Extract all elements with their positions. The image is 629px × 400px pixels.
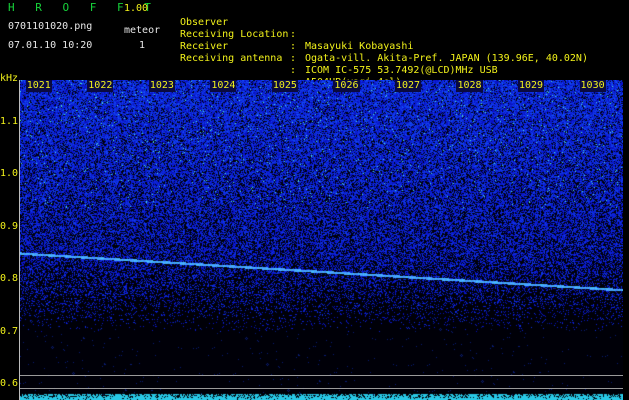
y-tick-label: 0.6 xyxy=(0,378,19,390)
x-tick-label: 1028 xyxy=(456,80,483,92)
reference-line xyxy=(20,375,623,376)
y-tick-label: 0.7 xyxy=(0,325,19,337)
antenna-key: Receiving antenna xyxy=(180,53,283,64)
y-tick-label: 0.9 xyxy=(0,220,19,232)
x-tick-label: 1022 xyxy=(87,80,114,92)
separator-colon: : xyxy=(290,65,297,76)
y-tick-label: 1.0 xyxy=(0,168,19,180)
x-tick-label: 1027 xyxy=(394,80,422,92)
mode-label: meteor xyxy=(124,25,161,36)
app-version: 1.00 xyxy=(124,3,149,14)
separator-colon: : xyxy=(290,41,297,52)
separator-colon: : xyxy=(290,53,297,64)
x-tick-label: 1026 xyxy=(333,80,360,92)
x-tick-label: 1030 xyxy=(579,80,606,92)
file-name: 0701101020.png xyxy=(8,21,93,32)
y-tick-label: 0.8 xyxy=(0,273,19,285)
separator-colon: : xyxy=(290,29,297,40)
x-tick-label: 1025 xyxy=(271,80,298,92)
spectrogram-canvas xyxy=(20,80,623,400)
x-tick-label: 1029 xyxy=(518,80,545,92)
meteor-count: 1 xyxy=(139,40,146,51)
y-tick-label: 1.1 xyxy=(0,115,19,127)
location-value: Ogata-vill. Akita-Pref. JAPAN (139.96E, … xyxy=(305,53,588,64)
hroft-window: H R O F F T 1.00 0701101020.png meteor 0… xyxy=(0,0,629,400)
x-tick-label: 1023 xyxy=(148,80,175,92)
x-tick-label: 1024 xyxy=(210,80,237,92)
observer-value: Masayuki Kobayashi xyxy=(305,41,414,52)
y-axis-unit: kHz xyxy=(0,73,19,84)
x-tick-label: 1021 xyxy=(25,80,52,92)
receiver-value: ICOM IC-575 53.7492(@LCD)MHz USB xyxy=(305,65,498,76)
y-axis-line xyxy=(19,80,20,400)
timestamp: 07.01.10 10:20 xyxy=(8,40,93,51)
reference-line xyxy=(20,388,623,389)
